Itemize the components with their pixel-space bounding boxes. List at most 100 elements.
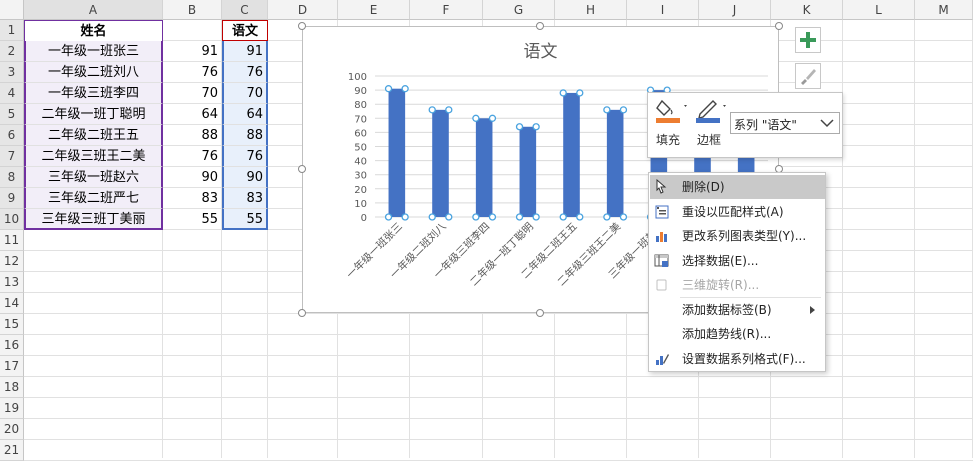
b-value-cell[interactable]: 83	[163, 188, 222, 209]
b-value-cell[interactable]: 55	[163, 209, 222, 230]
bar-selection-handle[interactable]	[445, 106, 453, 114]
menu-item-6[interactable]: 添加趋势线(R)...	[650, 322, 825, 346]
bar-selection-handle[interactable]	[532, 213, 540, 221]
column-header-b[interactable]: B	[163, 0, 222, 20]
menu-item-0[interactable]: 删除(D)	[650, 175, 825, 199]
score-cell[interactable]: 64	[222, 104, 268, 125]
row-header-14[interactable]: 14	[0, 293, 24, 314]
column-header-c[interactable]: C	[222, 0, 268, 20]
bar[interactable]	[388, 88, 406, 217]
score-cell[interactable]: 90	[222, 167, 268, 188]
bar-selection-handle[interactable]	[559, 213, 567, 221]
bar-selection-handle[interactable]	[428, 213, 436, 221]
menu-item-3[interactable]: 选择数据(E)...	[650, 249, 825, 273]
score-cell[interactable]: 76	[222, 146, 268, 167]
bar-selection-handle[interactable]	[472, 114, 480, 122]
row-header-4[interactable]: 4	[0, 83, 24, 104]
menu-item-2[interactable]: 更改系列图表类型(Y)...	[650, 224, 825, 248]
score-cell[interactable]: 55	[222, 209, 268, 230]
bar[interactable]	[563, 92, 580, 217]
row-header-9[interactable]: 9	[0, 188, 24, 209]
row-header-15[interactable]: 15	[0, 314, 24, 335]
border-button[interactable]: 边框	[694, 97, 728, 149]
bar-selection-handle[interactable]	[576, 213, 584, 221]
bar-selection-handle[interactable]	[515, 213, 524, 221]
row-header-11[interactable]: 11	[0, 230, 24, 251]
column-header-i[interactable]: I	[627, 0, 699, 20]
bar-selection-handle[interactable]	[603, 213, 611, 221]
chart-elements-button[interactable]	[795, 27, 821, 53]
bar-selection-handle[interactable]	[532, 123, 540, 131]
select-all-corner[interactable]	[0, 0, 24, 20]
resize-handle-tl[interactable]	[298, 22, 306, 30]
score-cell[interactable]: 88	[222, 125, 268, 146]
bar-selection-handle[interactable]	[401, 85, 409, 93]
bar-selection-handle[interactable]	[619, 213, 628, 221]
header-cell-score[interactable]: 语文	[222, 20, 268, 41]
bar-selection-handle[interactable]	[515, 123, 524, 131]
bar-selection-handle[interactable]	[603, 106, 611, 114]
resize-handle-tm[interactable]	[536, 22, 544, 30]
column-header-e[interactable]: E	[338, 0, 410, 20]
row-header-17[interactable]: 17	[0, 356, 24, 377]
bar[interactable]	[606, 109, 624, 217]
column-header-h[interactable]: H	[555, 0, 627, 20]
bar-selection-handle[interactable]	[619, 106, 628, 114]
row-header-13[interactable]: 13	[0, 272, 24, 293]
bar-selection-handle[interactable]	[488, 213, 497, 221]
menu-item-7[interactable]: 设置数据系列格式(F)...	[650, 347, 825, 371]
score-cell[interactable]: 91	[222, 41, 268, 62]
name-cell[interactable]: 一年级二班刘八	[24, 62, 163, 83]
bar-selection-handle[interactable]	[384, 85, 393, 93]
bar-selection-handle[interactable]	[472, 213, 480, 221]
name-cell[interactable]: 三年级二班严七	[24, 188, 163, 209]
b-value-cell[interactable]: 70	[163, 83, 222, 104]
row-header-3[interactable]: 3	[0, 62, 24, 83]
name-cell[interactable]: 一年级一班张三	[24, 41, 163, 62]
resize-handle-bl[interactable]	[298, 309, 306, 317]
row-header-6[interactable]: 6	[0, 125, 24, 146]
name-cell[interactable]: 三年级一班赵六	[24, 167, 163, 188]
column-header-j[interactable]: J	[699, 0, 771, 20]
row-header-8[interactable]: 8	[0, 167, 24, 188]
series-select[interactable]: 系列 "语文"	[730, 112, 840, 134]
bar[interactable]	[432, 109, 449, 217]
bar[interactable]	[519, 126, 537, 217]
resize-handle-bm[interactable]	[536, 309, 544, 317]
menu-item-5[interactable]: 添加数据标签(B)	[650, 298, 825, 322]
name-cell[interactable]: 二年级一班丁聪明	[24, 104, 163, 125]
bar-selection-handle[interactable]	[576, 89, 584, 97]
row-header-2[interactable]: 2	[0, 41, 24, 62]
b-value-cell[interactable]: 91	[163, 41, 222, 62]
row-header-20[interactable]: 20	[0, 419, 24, 440]
bar-selection-handle[interactable]	[445, 213, 453, 221]
column-header-g[interactable]: G	[483, 0, 555, 20]
bar-selection-handle[interactable]	[401, 213, 409, 221]
chart-styles-button[interactable]	[795, 63, 821, 89]
bar[interactable]	[475, 118, 493, 217]
bar-selection-handle[interactable]	[488, 114, 497, 122]
column-header-d[interactable]: D	[268, 0, 338, 20]
bar-selection-handle[interactable]	[384, 213, 393, 221]
score-cell[interactable]: 76	[222, 62, 268, 83]
name-cell[interactable]: 二年级二班王五	[24, 125, 163, 146]
b-value-cell[interactable]: 76	[163, 62, 222, 83]
row-header-10[interactable]: 10	[0, 209, 24, 230]
row-header-1[interactable]: 1	[0, 20, 24, 41]
score-cell[interactable]: 83	[222, 188, 268, 209]
header-cell-name[interactable]: 姓名	[24, 20, 163, 41]
menu-item-1[interactable]: 重设以匹配样式(A)	[650, 200, 825, 224]
resize-handle-ml[interactable]	[298, 165, 306, 173]
b-value-cell[interactable]: 76	[163, 146, 222, 167]
column-header-k[interactable]: K	[771, 0, 843, 20]
row-header-19[interactable]: 19	[0, 398, 24, 419]
name-cell[interactable]: 一年级三班李四	[24, 83, 163, 104]
column-header-a[interactable]: A	[24, 0, 163, 20]
row-header-18[interactable]: 18	[0, 377, 24, 398]
bar-selection-handle[interactable]	[428, 106, 436, 114]
fill-button[interactable]: 填充	[654, 97, 687, 149]
row-header-5[interactable]: 5	[0, 104, 24, 125]
column-header-f[interactable]: F	[410, 0, 483, 20]
b-value-cell[interactable]: 88	[163, 125, 222, 146]
column-header-m[interactable]: M	[915, 0, 973, 20]
